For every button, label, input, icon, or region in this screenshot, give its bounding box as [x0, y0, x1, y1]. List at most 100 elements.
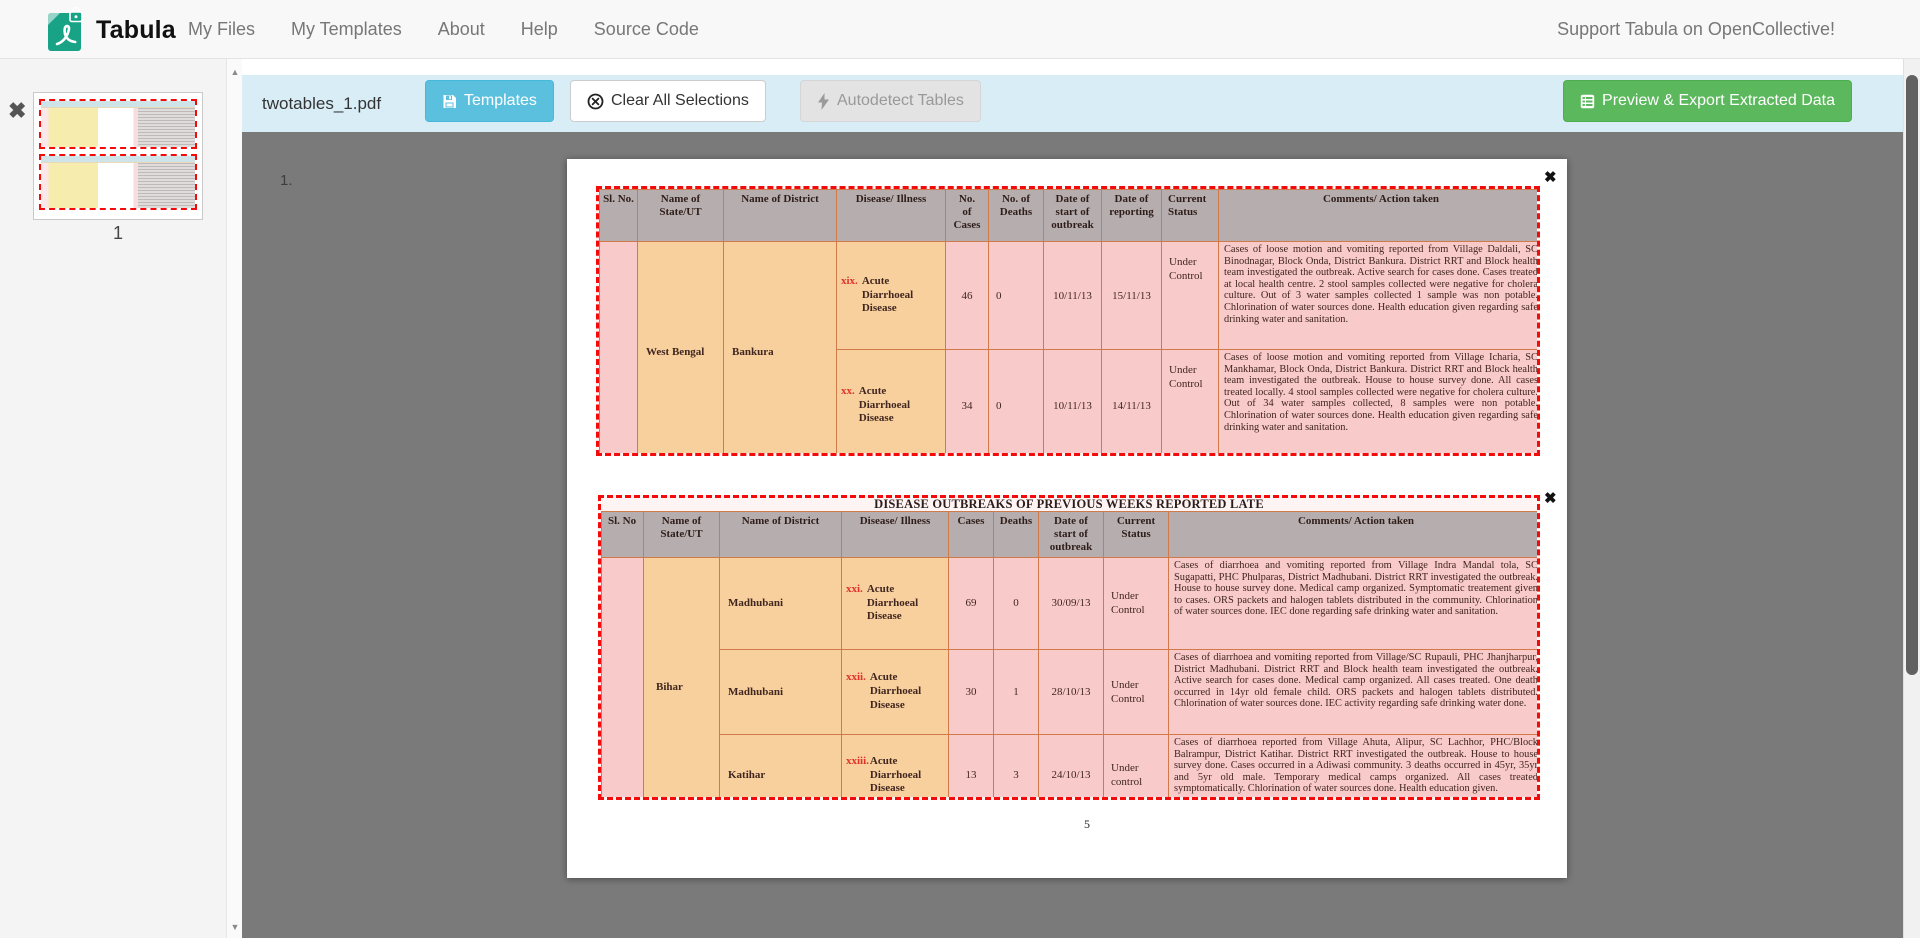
- t2-r3-district-cell: Katihar: [720, 734, 842, 800]
- t2-h-comments: Comments/ Action taken: [1169, 512, 1541, 558]
- t1-r2-disease-cell: xx.Acute Diarrhoeal Disease: [837, 350, 946, 457]
- toolbar: twotables_1.pdf Templates Clear All Sele…: [242, 75, 1920, 132]
- t1-district-cell: Bankura: [724, 242, 837, 457]
- t2-r3-deaths-cell: 3: [994, 734, 1039, 800]
- t1-h-status: Current Status: [1162, 190, 1219, 242]
- t2-h-status: Current Status: [1104, 512, 1169, 558]
- t1-slno-cell: [600, 242, 638, 457]
- t2-r1-cases-cell: 69: [949, 557, 994, 649]
- remove-page-button[interactable]: ✖: [8, 100, 26, 122]
- t1-r1-status-cell: Under Control: [1162, 242, 1219, 350]
- t1-r1-deaths-cell: 0: [989, 242, 1044, 350]
- t1-h-cases: No. of Cases: [946, 190, 989, 242]
- t1-h-deaths: No. of Deaths: [989, 190, 1044, 242]
- export-button-label: Preview & Export Extracted Data: [1602, 92, 1835, 110]
- t1-r2-reporting-cell: 14/11/13: [1102, 350, 1162, 457]
- scroll-down-icon[interactable]: ▼: [227, 922, 243, 932]
- table2-row-2: Madhubani xxii.Acute Diarrhoeal Disease …: [602, 649, 1541, 734]
- pdf-page-number: 5: [1047, 817, 1127, 832]
- nav-item-my-files[interactable]: My Files: [188, 19, 255, 40]
- t1-h-disease: Disease/ Illness: [837, 190, 946, 242]
- t2-r1-comments-cell: Cases of diarrhoea and vomiting reported…: [1169, 557, 1541, 649]
- scroll-up-icon[interactable]: ▲: [227, 67, 243, 77]
- t1-r1-start-cell: 10/11/13: [1044, 242, 1102, 350]
- thumbnail-table-header: [41, 156, 195, 163]
- disease-name: Acute Diarrhoeal Disease: [870, 671, 936, 712]
- t2-h-disease: Disease/ Illness: [842, 512, 949, 558]
- table2-row-1: Bihar Madhubani xxi.Acute Diarrhoeal Dis…: [602, 557, 1541, 649]
- roman-numeral: xxi.: [846, 583, 863, 595]
- pdf-page[interactable]: Sl. No. Name of State/UT Name of Distric…: [567, 159, 1567, 878]
- thumbnail-table-header: [41, 101, 195, 108]
- t1-h-comments: Comments/ Action taken: [1219, 190, 1541, 242]
- selection-2-close-icon[interactable]: ✖: [1544, 491, 1557, 506]
- support-link[interactable]: Support Tabula on OpenCollective!: [1557, 0, 1835, 59]
- nav-item-my-templates[interactable]: My Templates: [291, 19, 402, 40]
- nav-item-help[interactable]: Help: [521, 19, 558, 40]
- thumbnail-selection-2: [39, 154, 197, 210]
- pdf-table-2: Sl. No Name of State/UT Name of District…: [601, 511, 1540, 800]
- t2-slno-cell: [602, 557, 644, 800]
- t2-r1-disease-cell: xxi.Acute Diarrhoeal Disease: [842, 557, 949, 649]
- t2-r2-district-cell: Madhubani: [720, 649, 842, 734]
- clear-all-selections-button[interactable]: Clear All Selections: [570, 80, 766, 122]
- roman-numeral: xxiii.: [846, 755, 869, 767]
- t2-r3-comments-cell: Cases of diarrhoea reported from Village…: [1169, 734, 1541, 800]
- thumbnail-table-body: [41, 108, 195, 147]
- tabula-pdf-lock-logo-icon: [44, 7, 86, 53]
- t2-r1-deaths-cell: 0: [994, 557, 1039, 649]
- autodetect-tables-button[interactable]: Autodetect Tables: [800, 80, 981, 122]
- t2-h-deaths: Deaths: [994, 512, 1039, 558]
- templates-save-icon: [442, 94, 457, 109]
- brand[interactable]: Tabula: [44, 7, 176, 53]
- t2-h-start: Date of start of outbreak: [1039, 512, 1104, 558]
- table-selection-1[interactable]: Sl. No. Name of State/UT Name of Distric…: [596, 186, 1540, 456]
- t1-r2-status-cell: Under Control: [1162, 350, 1219, 457]
- disease-name: Acute Diarrhoeal Disease: [859, 385, 925, 426]
- t2-r2-comments-cell: Cases of diarrhoea and vomiting reported…: [1169, 649, 1541, 734]
- table2-header-row: Sl. No Name of State/UT Name of District…: [602, 512, 1541, 558]
- t2-r2-status-cell: Under Control: [1104, 649, 1169, 734]
- main-scrollbar[interactable]: [1903, 59, 1920, 938]
- sidebar-scrollbar[interactable]: ▲ ▼: [226, 59, 242, 938]
- t2-r2-start-cell: 28/10/13: [1039, 649, 1104, 734]
- pdf-table-1: Sl. No. Name of State/UT Name of Distric…: [599, 189, 1540, 456]
- t2-r1-district-cell: Madhubani: [720, 557, 842, 649]
- t2-r3-status-cell: Under control: [1104, 734, 1169, 800]
- thumbnail-selection-1: [39, 99, 197, 149]
- t1-state-cell: West Bengal: [638, 242, 724, 457]
- t1-r1-reporting-cell: 15/11/13: [1102, 242, 1162, 350]
- t2-r2-deaths-cell: 1: [994, 649, 1039, 734]
- roman-numeral: xix.: [841, 275, 858, 287]
- t2-h-district: Name of District: [720, 512, 842, 558]
- selection-1-close-icon[interactable]: ✖: [1544, 170, 1557, 185]
- t1-h-district: Name of District: [724, 190, 837, 242]
- templates-button[interactable]: Templates: [425, 80, 554, 122]
- nav-item-source-code[interactable]: Source Code: [594, 19, 699, 40]
- t2-h-state: Name of State/UT: [644, 512, 720, 558]
- thumbnail-sidebar: ✖ 1 ▲ ▼: [0, 59, 242, 938]
- table2-title: DISEASE OUTBREAKS OF PREVIOUS WEEKS REPO…: [601, 498, 1537, 511]
- nav-item-about[interactable]: About: [438, 19, 485, 40]
- t1-h-state: Name of State/UT: [638, 190, 724, 242]
- t1-r1-disease-cell: xix.Acute Diarrhoeal Disease: [837, 242, 946, 350]
- table1-header-row: Sl. No. Name of State/UT Name of Distric…: [600, 190, 1541, 242]
- toolbar-top-gap: [242, 59, 1920, 75]
- t1-r1-cases-cell: 46: [946, 242, 989, 350]
- autodetect-button-label: Autodetect Tables: [837, 92, 964, 110]
- document-area: 1. Sl. No. Name of State/UT Name of Dist…: [242, 132, 1920, 938]
- thumbnail-page-number: 1: [33, 223, 203, 244]
- t2-state-cell: Bihar: [644, 557, 720, 800]
- main-scrollbar-thumb[interactable]: [1906, 75, 1918, 675]
- table-list-icon: [1580, 94, 1595, 109]
- preview-export-button[interactable]: Preview & Export Extracted Data: [1563, 80, 1852, 122]
- t1-h-slno: Sl. No.: [600, 190, 638, 242]
- t2-r2-disease-cell: xxii.Acute Diarrhoeal Disease: [842, 649, 949, 734]
- templates-button-label: Templates: [464, 92, 537, 110]
- table-selection-2[interactable]: DISEASE OUTBREAKS OF PREVIOUS WEEKS REPO…: [598, 495, 1540, 800]
- page-thumbnail[interactable]: [33, 92, 203, 220]
- disease-name: Acute Diarrhoeal Disease: [870, 755, 936, 796]
- t1-h-reporting: Date of reporting: [1102, 190, 1162, 242]
- t1-r1-comments-cell: Cases of loose motion and vomiting repor…: [1219, 242, 1541, 350]
- page-index-label: 1.: [280, 172, 293, 189]
